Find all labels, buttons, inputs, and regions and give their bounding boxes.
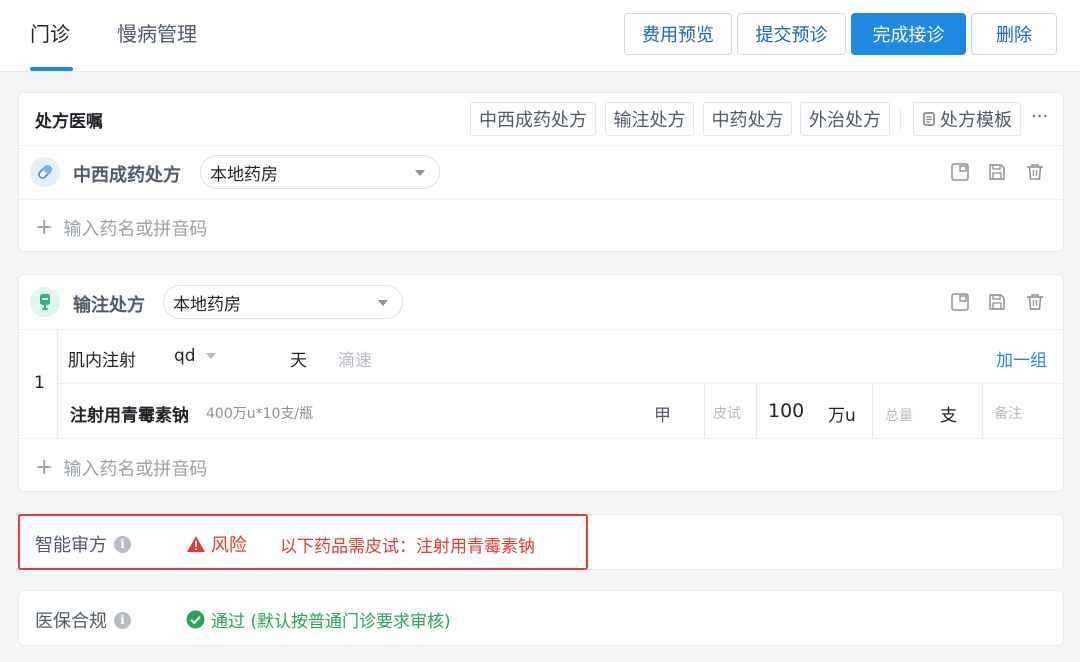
- skin-test-field[interactable]: 皮试: [713, 403, 741, 423]
- dose-input[interactable]: 100: [768, 400, 804, 422]
- header-divider: [19, 145, 1063, 146]
- top-bar: 门诊 慢病管理 费用预览 提交预诊 完成接诊 删除: [0, 0, 1080, 72]
- insurance-compliance-card: 医保合规 i 通过 (默认按普通门诊要求审核): [18, 590, 1064, 646]
- group-divider: [57, 330, 58, 438]
- toolbar-divider: [900, 108, 901, 130]
- chevron-down-icon: [205, 353, 216, 359]
- more-icon[interactable]: ···: [1031, 106, 1048, 127]
- insurance-label: 医保合规: [35, 611, 107, 632]
- cell-divider: [872, 384, 873, 438]
- chevron-down-icon: [415, 170, 425, 176]
- copy-icon[interactable]: [950, 292, 970, 312]
- document-icon: [923, 112, 935, 126]
- western-pharmacy-select[interactable]: 本地药房: [200, 155, 440, 189]
- save-icon[interactable]: [987, 162, 1007, 182]
- rx-template-label: 处方模板: [940, 110, 1012, 131]
- insurance-status-text: 通过 (默认按普通门诊要求审核): [211, 612, 451, 632]
- infusion-add-placeholder: 输入药名或拼音码: [63, 459, 208, 480]
- infusion-rx-name: 输注处方: [73, 295, 145, 316]
- dose-unit[interactable]: 万u: [828, 401, 856, 426]
- drip-rate-field[interactable]: 滴速: [338, 346, 372, 371]
- risk-highlight-frame: [18, 514, 588, 570]
- western-pharmacy-value: 本地药房: [210, 164, 278, 185]
- tab-chronic-management[interactable]: 慢病管理: [117, 20, 197, 48]
- cell-divider: [704, 384, 705, 438]
- trash-icon[interactable]: [1025, 292, 1045, 312]
- plus-icon: +: [35, 215, 54, 240]
- save-icon[interactable]: [987, 292, 1007, 312]
- finish-visit-button[interactable]: 完成接诊: [851, 13, 966, 55]
- chip-external-rx[interactable]: 外治处方: [800, 102, 890, 136]
- check-circle-icon: [186, 610, 205, 629]
- submit-prediagnosis-button[interactable]: 提交预诊: [737, 13, 846, 55]
- fee-preview-button[interactable]: 费用预览: [624, 13, 732, 55]
- row-divider: [58, 383, 1063, 384]
- western-add-drug-input[interactable]: + 输入药名或拼音码: [35, 215, 207, 241]
- total-label: 总量: [885, 408, 913, 424]
- plus-icon: +: [35, 455, 54, 480]
- add-group-link[interactable]: 加一组: [996, 346, 1047, 371]
- active-tab-indicator: [30, 67, 73, 71]
- insurance-label-group: 医保合规 i: [35, 607, 131, 633]
- chip-chinese-herbal-rx[interactable]: 中药处方: [703, 102, 792, 136]
- iv-bag-icon: [30, 287, 60, 317]
- days-field[interactable]: 天: [290, 346, 307, 371]
- info-icon[interactable]: i: [114, 611, 131, 629]
- insurance-grade: 甲: [654, 406, 671, 426]
- drug-name: 注射用青霉素钠: [70, 406, 189, 426]
- tab-outpatient[interactable]: 门诊: [30, 20, 70, 48]
- infusion-pharmacy-select[interactable]: 本地药房: [163, 285, 403, 319]
- pill-icon: [30, 157, 60, 187]
- row-divider: [19, 438, 1063, 439]
- cell-divider: [756, 384, 757, 438]
- infusion-pharmacy-value: 本地药房: [173, 294, 241, 315]
- group-number: 1: [34, 373, 45, 393]
- chip-western-rx[interactable]: 中西成药处方: [470, 102, 596, 136]
- total-unit[interactable]: 支: [940, 401, 957, 426]
- prescription-card: 处方医嘱 中西成药处方 输注处方 中药处方 外治处方 处方模板 ··· 中西成药…: [18, 92, 1064, 252]
- drug-spec: 400万u*10支/瓶: [206, 406, 314, 422]
- copy-icon[interactable]: [950, 162, 970, 182]
- route-field[interactable]: 肌内注射: [68, 346, 136, 371]
- trash-icon[interactable]: [1025, 162, 1045, 182]
- prescription-title: 处方医嘱: [35, 112, 103, 132]
- row-divider: [19, 329, 1063, 330]
- delete-button[interactable]: 删除: [971, 13, 1057, 55]
- cell-divider: [982, 384, 983, 438]
- remark-field[interactable]: 备注: [994, 403, 1022, 423]
- frequency-select[interactable]: qd: [174, 346, 216, 366]
- western-add-placeholder: 输入药名或拼音码: [63, 219, 208, 240]
- chip-infusion-rx[interactable]: 输注处方: [605, 102, 694, 136]
- infusion-rx-card: 输注处方 本地药房 1 肌内注射 qd 天 滴速 加一组 注射用青霉素钠 400…: [18, 274, 1064, 492]
- insurance-status: 通过 (默认按普通门诊要求审核): [186, 607, 451, 632]
- infusion-add-drug-input[interactable]: + 输入药名或拼音码: [35, 455, 207, 481]
- row-divider: [19, 199, 1063, 200]
- western-rx-name: 中西成药处方: [73, 165, 181, 186]
- frequency-value: qd: [174, 346, 196, 366]
- rx-template-button[interactable]: 处方模板: [913, 102, 1021, 136]
- chevron-down-icon: [378, 300, 388, 306]
